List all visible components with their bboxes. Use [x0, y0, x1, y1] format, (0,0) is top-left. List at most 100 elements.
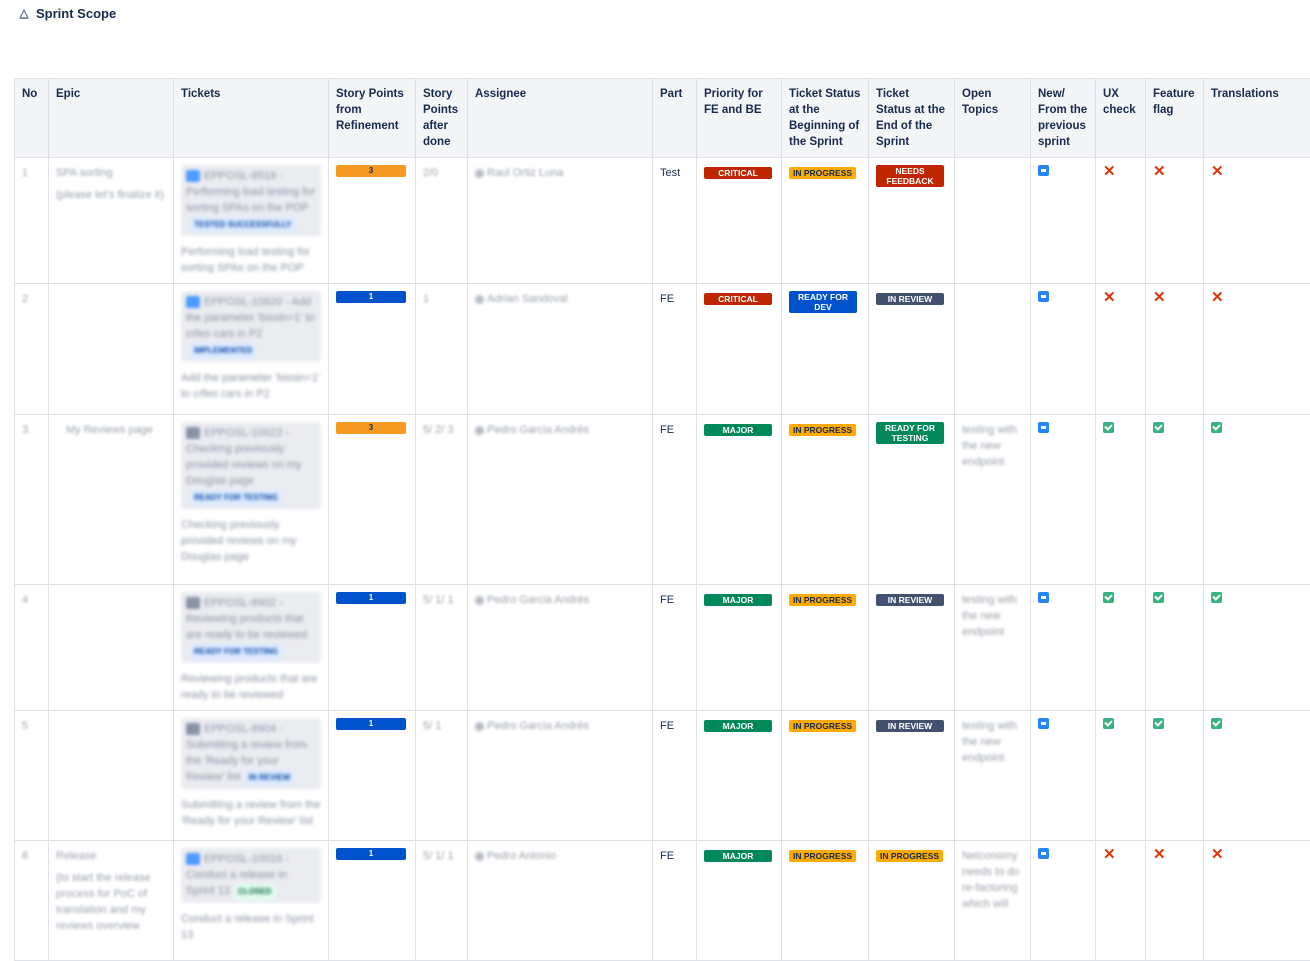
part-cell: FE: [653, 415, 697, 585]
assignee-name[interactable]: Pedro Antonio: [487, 850, 556, 862]
assignee-name[interactable]: Pedro Garcia Andrés: [487, 594, 589, 606]
task-icon: [186, 427, 200, 439]
row-number: 2: [15, 284, 49, 415]
open-topics-cell: testing with the new endpoint: [955, 415, 1031, 585]
row-number: 3: [15, 415, 49, 585]
col-header-no[interactable]: No: [15, 79, 49, 158]
priority-cell: MAJOR: [697, 585, 782, 711]
tickets-cell: EPPOSL-8904 - Submitting a review from t…: [174, 711, 329, 841]
checkbox-icon[interactable]: [1038, 165, 1049, 176]
col-header-open-topics[interactable]: Open Topics: [955, 79, 1031, 158]
new-cell: [1031, 158, 1096, 284]
ticket-key[interactable]: EPPOSL-8902: [204, 597, 276, 609]
assignee-cell: Pedro Antonio: [468, 841, 653, 961]
ticket-key[interactable]: EPPOSL-10016: [204, 853, 282, 865]
col-header-status-end[interactable]: Ticket Status at the End of the Sprint: [869, 79, 955, 158]
priority-badge: CRITICAL: [704, 293, 772, 305]
status-begin-cell: IN PROGRESS: [782, 415, 869, 585]
ticket-card[interactable]: EPPOSL-8518 - Performing load testing fo…: [181, 165, 321, 236]
new-cell: [1031, 284, 1096, 415]
status-begin-cell: IN PROGRESS: [782, 158, 869, 284]
check-icon: [1103, 592, 1114, 603]
status-end-badge: READY FOR TESTING: [876, 422, 944, 444]
ticket-card[interactable]: EPPOSL-8904 - Submitting a review from t…: [181, 718, 321, 789]
user-icon: [475, 169, 484, 178]
table-header-row: No Epic Tickets Story Points from Refine…: [15, 79, 1310, 158]
ticket-summary: Reviewing products that are ready to be …: [181, 671, 321, 703]
assignee-name[interactable]: Adrian Sandoval: [487, 293, 568, 305]
col-header-sp-refinement[interactable]: Story Points from Refinement: [329, 79, 416, 158]
status-begin-badge: READY FOR DEV: [789, 291, 857, 313]
translations-cell: [1204, 415, 1310, 585]
check-icon: [1153, 592, 1164, 603]
story-icon: [186, 296, 200, 308]
new-cell: [1031, 415, 1096, 585]
status-begin-badge: IN PROGRESS: [789, 850, 856, 862]
ticket-card[interactable]: EPPOSL-10820 - Add the parameter 'bissin…: [181, 291, 321, 362]
checkbox-icon[interactable]: [1038, 592, 1049, 603]
sprint-scope-table: No Epic Tickets Story Points from Refine…: [14, 78, 1292, 961]
check-icon: [1211, 422, 1222, 433]
col-header-new[interactable]: New/ From the previous sprint: [1031, 79, 1096, 158]
part-cell: FE: [653, 284, 697, 415]
ticket-card[interactable]: EPPOSL-10022 - Checking previously provi…: [181, 422, 321, 509]
ux-cell: [1096, 585, 1146, 711]
ticket-key[interactable]: EPPOSL-10820: [204, 296, 282, 308]
ticket-key[interactable]: EPPOSL-10022: [204, 427, 282, 439]
ticket-title: Reviewing products that are ready to be …: [186, 613, 307, 641]
col-header-ux[interactable]: UX check: [1096, 79, 1146, 158]
ux-cell: ✕: [1096, 841, 1146, 961]
tickets-cell: EPPOSL-8902 - Reviewing products that ar…: [174, 585, 329, 711]
sp-after-cell: 5/ 2/ 3: [416, 415, 468, 585]
story-points-bar: 1: [336, 291, 406, 303]
ticket-title: Performing load testing for sorting SPAs…: [186, 186, 315, 214]
translations-cell: ✕: [1204, 158, 1310, 284]
story-points-bar: 1: [336, 718, 406, 730]
tickets-cell: EPPOSL-10022 - Checking previously provi…: [174, 415, 329, 585]
cross-icon: ✕: [1211, 163, 1224, 180]
checkbox-icon[interactable]: [1038, 718, 1049, 729]
status-end-badge: NEEDS FEEDBACK: [876, 165, 944, 187]
col-header-sp-after[interactable]: Story Points after done: [416, 79, 468, 158]
assignee-name[interactable]: Pedro Garcia Andrés: [487, 424, 589, 436]
translations-cell: ✕: [1204, 284, 1310, 415]
epic-cell: [49, 711, 174, 841]
status-end-cell: IN REVIEW: [869, 585, 955, 711]
status-end-badge: IN REVIEW: [876, 594, 944, 606]
col-header-translations[interactable]: Translations: [1204, 79, 1310, 158]
ticket-status-badge: CLOSED: [234, 884, 275, 900]
col-header-tickets[interactable]: Tickets: [174, 79, 329, 158]
checkbox-icon[interactable]: [1038, 291, 1049, 302]
user-icon: [475, 722, 484, 731]
col-header-part[interactable]: Part: [653, 79, 697, 158]
assignee-name[interactable]: Pedro Garcia Andrés: [487, 720, 589, 732]
epic-name: My Reviews page: [56, 422, 166, 438]
priority-badge: MAJOR: [704, 594, 772, 606]
cross-icon: ✕: [1103, 163, 1116, 180]
cross-icon: ✕: [1153, 846, 1166, 863]
priority-badge: MAJOR: [704, 424, 772, 436]
ticket-key[interactable]: EPPOSL-8904: [204, 723, 276, 735]
epic-cell: Release(to start the release process for…: [49, 841, 174, 961]
epic-cell: [49, 585, 174, 711]
ticket-card[interactable]: EPPOSL-8902 - Reviewing products that ar…: [181, 592, 321, 663]
assignee-name[interactable]: Raul Ortiz Luna: [487, 167, 563, 179]
assignee-cell: Raul Ortiz Luna: [468, 158, 653, 284]
ux-cell: [1096, 415, 1146, 585]
ticket-key[interactable]: EPPOSL-8518: [204, 170, 276, 182]
status-end-cell: READY FOR TESTING: [869, 415, 955, 585]
col-header-epic[interactable]: Epic: [49, 79, 174, 158]
ticket-card[interactable]: EPPOSL-10016 - Conduct a release in Spri…: [181, 848, 321, 903]
col-header-priority[interactable]: Priority for FE and BE: [697, 79, 782, 158]
tickets-cell: EPPOSL-8518 - Performing load testing fo…: [174, 158, 329, 284]
col-header-status-begin[interactable]: Ticket Status at the Beginning of the Sp…: [782, 79, 869, 158]
ticket-title: Checking previously provided reviews on …: [186, 443, 302, 487]
col-header-assignee[interactable]: Assignee: [468, 79, 653, 158]
epic-name: SPA sorting: [56, 165, 166, 181]
user-icon: [475, 596, 484, 605]
checkbox-icon[interactable]: [1038, 848, 1049, 859]
col-header-flag[interactable]: Feature flag: [1146, 79, 1204, 158]
ux-cell: [1096, 711, 1146, 841]
checkbox-icon[interactable]: [1038, 422, 1049, 433]
cross-icon: ✕: [1103, 846, 1116, 863]
